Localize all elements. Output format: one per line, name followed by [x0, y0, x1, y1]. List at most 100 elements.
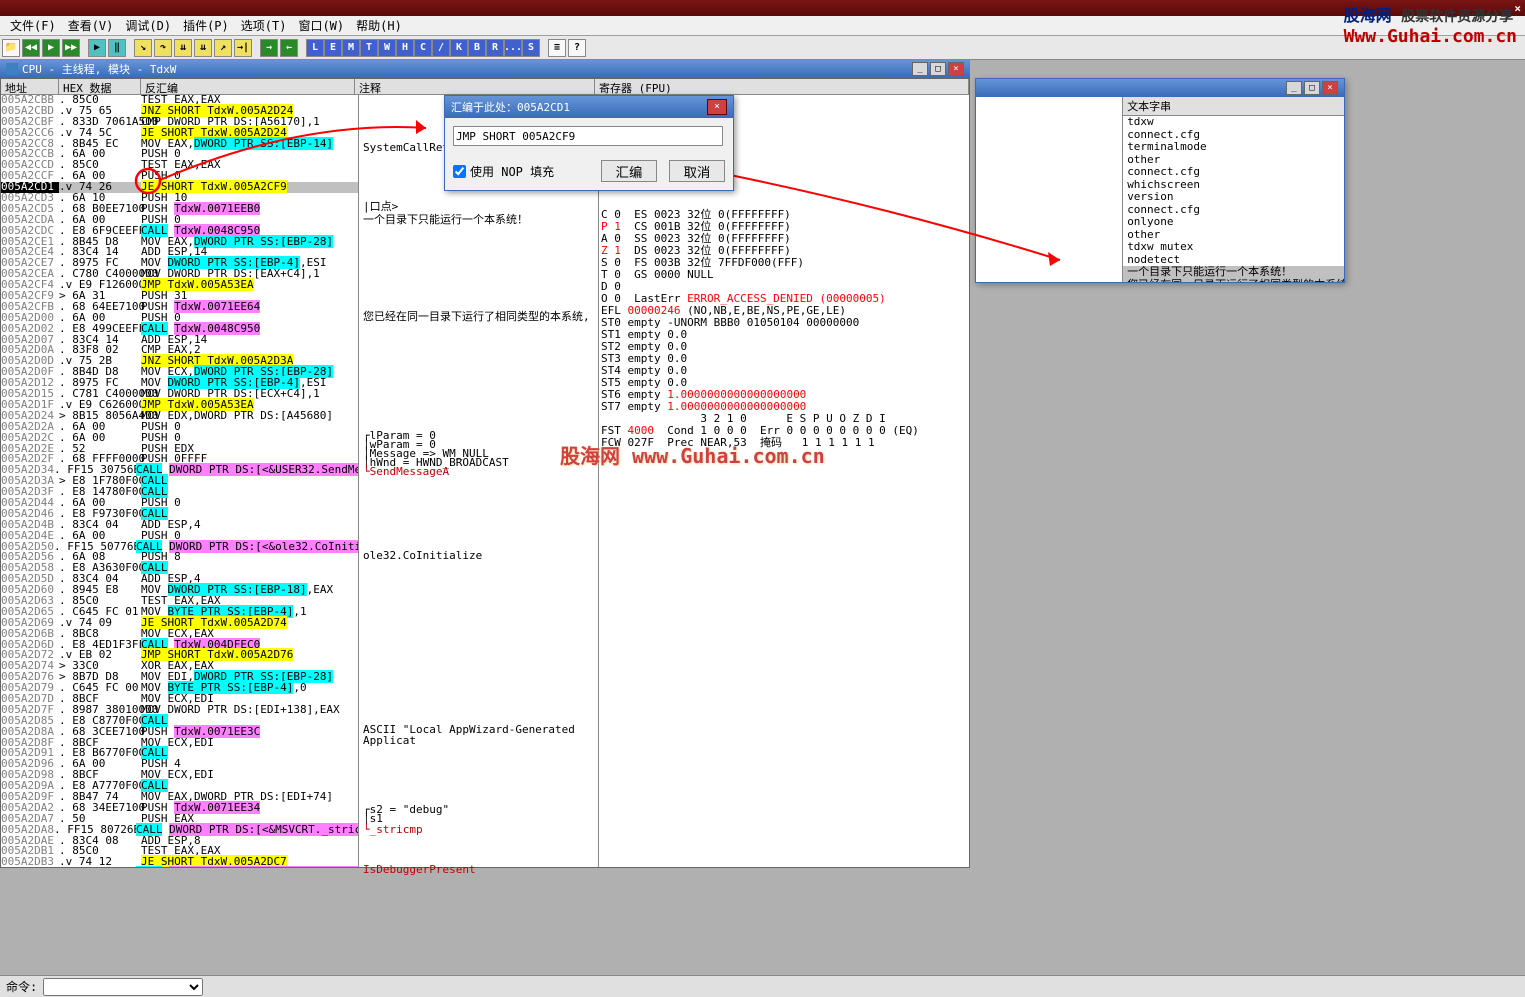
register-line: FCW 027F Prec NEAR,53 掩码 1 1 1 1 1 1 — [601, 437, 967, 449]
goto2-icon[interactable]: ← — [280, 39, 298, 57]
comment-text: 一个目录下只能运行一个本系统！ — [361, 215, 528, 226]
toolbar-r-button[interactable]: R — [486, 39, 504, 57]
col-comment: 注释 — [355, 79, 595, 94]
nop-fill-checkbox[interactable]: 使用 NOP 填充 — [453, 163, 554, 180]
disasm-row[interactable]: 005A2D34. FF15 30756B00CALL DWORD PTR DS… — [1, 465, 358, 476]
strings-header: 文本字串 — [1123, 97, 1344, 116]
run-icon[interactable]: ▶ — [88, 39, 106, 57]
toolbar: 📁 ◀◀ ▶ ▶▶ ▶ ‖ ↘ ↷ ⇊ ⇊ ↗ →| → ← LEMTWHC/K… — [0, 36, 1525, 60]
forward-icon[interactable]: ▶▶ — [62, 39, 80, 57]
toolbar-t-button[interactable]: T — [360, 39, 378, 57]
step-into-icon[interactable]: ↘ — [134, 39, 152, 57]
config-icon[interactable]: ≡ — [548, 39, 566, 57]
disasm-row[interactable]: 005A2D56. 6A 08PUSH 8 — [1, 552, 358, 563]
col-addr: 地址 — [1, 79, 59, 94]
string-row[interactable]: terminalmode — [1123, 141, 1344, 154]
open-icon[interactable]: 📁 — [2, 39, 20, 57]
toolbar-k-button[interactable]: K — [450, 39, 468, 57]
rewind-icon[interactable]: ◀◀ — [22, 39, 40, 57]
comment-text: SystemCallRet — [361, 143, 449, 154]
menu-item[interactable]: 选项(T) — [235, 15, 293, 36]
cpu-window-titlebar: CPU - 主线程, 模块 - TdxW _ □ × — [0, 60, 970, 78]
disasm-list[interactable]: 005A2CBB. 85C0TEST EAX,EAX005A2CBD.v 75 … — [1, 95, 359, 867]
toolbar-b-button[interactable]: B — [468, 39, 486, 57]
dialog-title: 汇编于此处：005A2CD1 — [451, 99, 570, 115]
assemble-dialog: 汇编于此处：005A2CD1 × 使用 NOP 填充 汇编 取消 — [444, 95, 734, 191]
comment-text: 您已经在同一目录下运行了相同类型的本系统, — [361, 312, 590, 323]
dialog-close-icon[interactable]: × — [707, 99, 727, 115]
string-row[interactable]: version — [1123, 191, 1344, 204]
string-row[interactable]: tdxw — [1123, 116, 1344, 129]
col-hex: HEX 数据 — [59, 79, 141, 94]
disasm-row[interactable]: 005A2D98. 8BCFMOV ECX,EDI — [1, 770, 358, 781]
comment-text: ole32.CoInitialize — [361, 551, 482, 562]
toolbar-h-button[interactable]: H — [396, 39, 414, 57]
menu-item[interactable]: 帮助(H) — [350, 15, 408, 36]
toolbar-c-button[interactable]: C — [414, 39, 432, 57]
cmd-input[interactable] — [43, 978, 203, 996]
strings-left-pane[interactable] — [976, 97, 1123, 282]
cpu-window-title: CPU - 主线程, 模块 - TdxW — [22, 61, 176, 77]
comment-text: ASCII "Local AppWizard-Generated Applica… — [361, 725, 598, 747]
min-icon[interactable]: _ — [912, 62, 928, 76]
site-logo: 股海网 股票软件资源分享 Www.Guhai.com.cn — [1344, 2, 1517, 47]
disasm-header: 地址 HEX 数据 反汇编 注释 寄存器 (FPU) — [1, 79, 969, 95]
menubar: 文件(F)查看(V)调试(D)插件(P)选项(T)窗口(W)帮助(H) — [0, 16, 1525, 36]
step-over-icon[interactable]: ↷ — [154, 39, 172, 57]
toolbar-w-button[interactable]: W — [378, 39, 396, 57]
comment-text: └SendMessageA — [361, 467, 449, 478]
close-icon[interactable]: × — [948, 62, 964, 76]
string-row[interactable]: tdxw mutex — [1123, 241, 1344, 254]
max-icon[interactable]: □ — [1304, 81, 1320, 95]
toolbar-l-button[interactable]: L — [306, 39, 324, 57]
pause-icon[interactable]: ‖ — [108, 39, 126, 57]
cancel-button[interactable]: 取消 — [669, 160, 725, 182]
run-to-icon[interactable]: →| — [234, 39, 252, 57]
menu-item[interactable]: 调试(D) — [119, 15, 177, 36]
close-icon[interactable]: × — [1322, 81, 1338, 95]
step-out-icon[interactable]: ↗ — [214, 39, 232, 57]
string-row[interactable]: onlyone — [1123, 216, 1344, 229]
toolbar-e-button[interactable]: E — [324, 39, 342, 57]
help-icon[interactable]: ? — [568, 39, 586, 57]
comment-list[interactable]: SystemCallRet|口点>一个目录下只能运行一个本系统！您已经在同一目录… — [359, 95, 599, 867]
command-bar: 命令: — [0, 975, 1525, 997]
comment-text: └_stricmp — [361, 825, 423, 836]
toolbar-...-button[interactable]: ... — [504, 39, 522, 57]
cmd-label: 命令: — [6, 978, 37, 995]
toolbar-/-button[interactable]: / — [432, 39, 450, 57]
min-icon[interactable]: _ — [1286, 81, 1302, 95]
step-trace2-icon[interactable]: ⇊ — [194, 39, 212, 57]
toolbar-s-button[interactable]: S — [522, 39, 540, 57]
disasm-row[interactable]: 005A2D3A> E8 1F780F00CALL — [1, 476, 358, 487]
register-pane[interactable]: EAX 00000000C 0 ES 0023 32位 0(FFFFFFFF)P… — [599, 95, 969, 867]
assemble-button[interactable]: 汇编 — [601, 160, 657, 182]
string-row[interactable]: 一个目录下只能运行一个本系统！ — [1123, 266, 1344, 279]
app-titlebar: × — [0, 0, 1525, 16]
strings-list[interactable]: tdxwconnect.cfgterminalmodeotherconnect.… — [1123, 116, 1344, 282]
string-row[interactable]: 您已经在同一目录下运行了相同类型的本系统,继续运行可 — [1123, 279, 1344, 283]
disasm-row[interactable]: 005A2D44. 6A 00PUSH 0 — [1, 498, 358, 509]
play-icon[interactable]: ▶ — [42, 39, 60, 57]
menu-item[interactable]: 文件(F) — [4, 15, 62, 36]
register-line: T 0 GS 0000 NULL — [601, 269, 967, 281]
step-trace-icon[interactable]: ⇊ — [174, 39, 192, 57]
toolbar-m-button[interactable]: M — [342, 39, 360, 57]
max-icon[interactable]: □ — [930, 62, 946, 76]
disasm-row[interactable]: 005A2D7F. 8987 38010000MOV DWORD PTR DS:… — [1, 705, 358, 716]
cpu-pane: 地址 HEX 数据 反汇编 注释 寄存器 (FPU) 005A2CBB. 85C… — [0, 78, 970, 868]
nop-checkbox[interactable] — [453, 165, 466, 178]
goto-icon[interactable]: → — [260, 39, 278, 57]
menu-item[interactable]: 插件(P) — [177, 15, 235, 36]
string-row[interactable]: connect.cfg — [1123, 166, 1344, 179]
disasm-row[interactable]: 005A2D8F. 8BCFMOV ECX,EDI — [1, 738, 358, 749]
menu-item[interactable]: 查看(V) — [62, 15, 120, 36]
strings-window: _ □ × 文本字串 tdxwconnect.cfgterminalmodeot… — [975, 78, 1345, 283]
cpu-icon — [6, 63, 18, 75]
strings-titlebar: _ □ × — [976, 79, 1344, 97]
col-disasm: 反汇编 — [141, 79, 355, 94]
dialog-titlebar: 汇编于此处：005A2CD1 × — [445, 96, 733, 118]
assemble-input[interactable] — [453, 126, 723, 146]
menu-item[interactable]: 窗口(W) — [292, 15, 350, 36]
comment-text: IsDebuggerPresent — [361, 865, 476, 876]
